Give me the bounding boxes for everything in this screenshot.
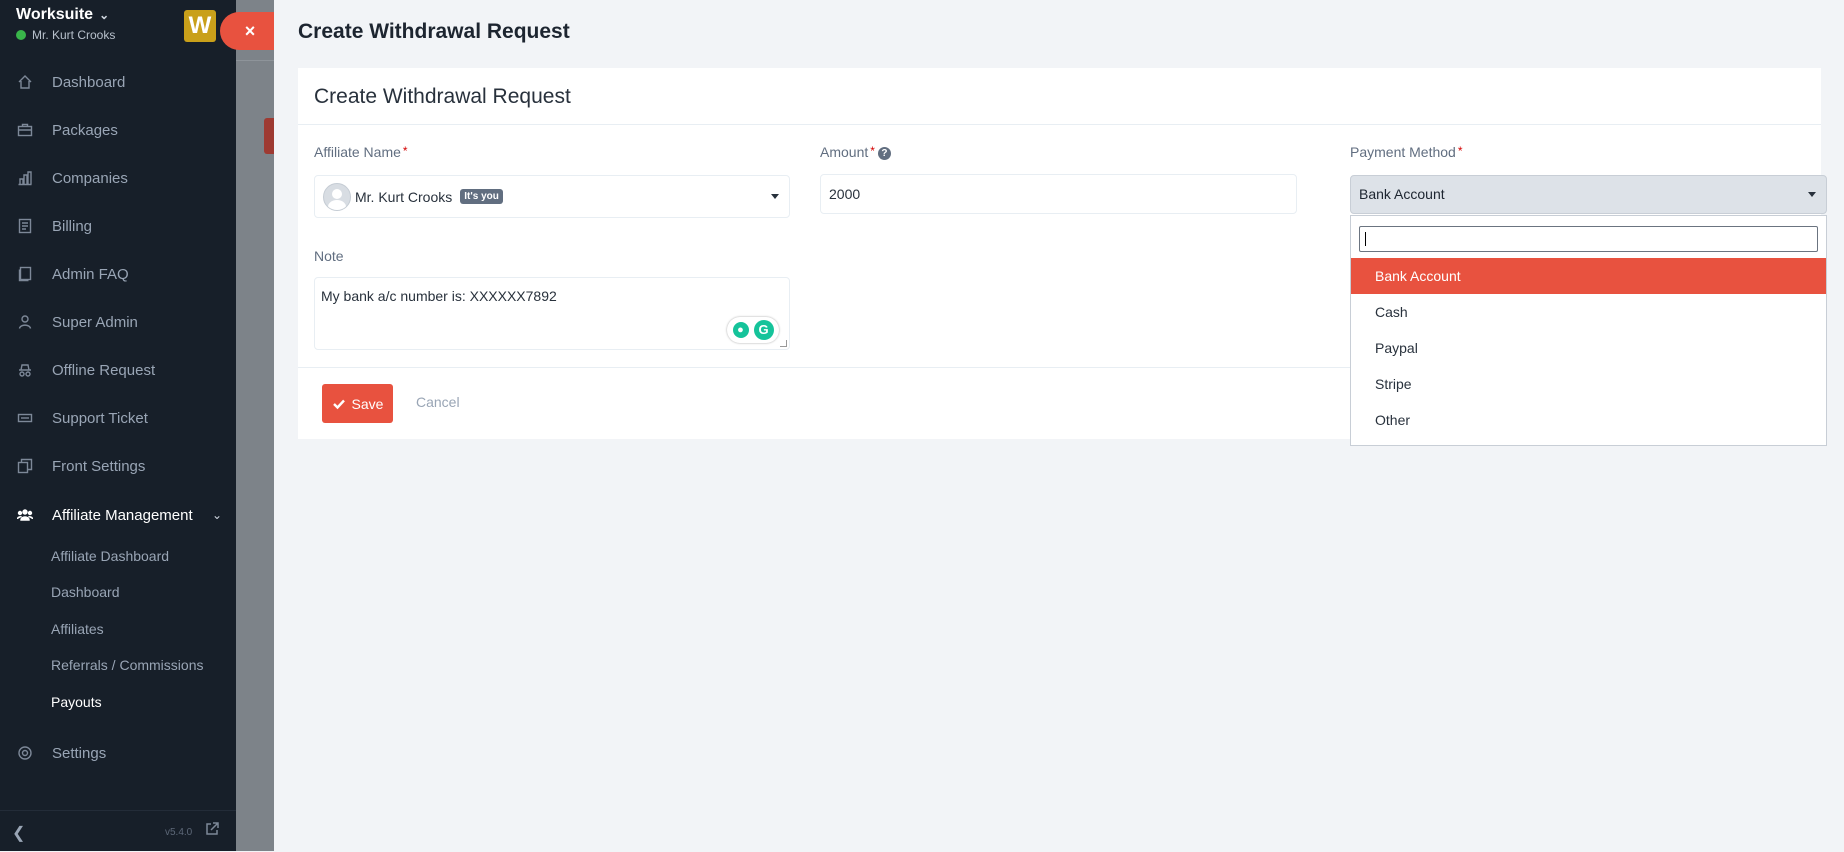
avatar <box>323 182 351 211</box>
sidebar-item-label: Super Admin <box>52 313 138 331</box>
dropdown-search-input[interactable] <box>1359 226 1818 252</box>
sidebar-item-label: Front Settings <box>52 457 146 475</box>
cancel-button[interactable]: Cancel <box>416 394 460 410</box>
sidebar-item-label: Offline Request <box>52 361 156 379</box>
gear-icon <box>16 745 34 761</box>
briefcase-icon <box>16 122 34 138</box>
caret-down-icon <box>1808 192 1816 197</box>
save-button[interactable]: Save <box>322 384 393 423</box>
layers-icon <box>16 458 34 474</box>
page-title: Create Withdrawal Request <box>298 20 570 43</box>
sidebar-item-billing[interactable]: Billing <box>0 206 236 246</box>
grammarly-widget[interactable]: ● G <box>727 317 779 343</box>
sidebar-subitem-referrals-commissions[interactable]: Referrals / Commissions <box>51 657 203 673</box>
collapse-sidebar-icon[interactable]: ❮ <box>12 823 25 843</box>
user-icon <box>16 314 34 330</box>
grammarly-icon[interactable]: G <box>753 320 774 340</box>
sidebar-item-packages[interactable]: Packages <box>0 110 236 150</box>
chevron-down-icon: ⌄ <box>211 508 222 522</box>
sidebar-item-support-ticket[interactable]: Support Ticket <box>0 398 236 438</box>
backdrop-button-edge <box>264 118 274 154</box>
ticket-icon <box>16 410 34 426</box>
sidebar-item-label: Companies <box>52 169 128 187</box>
note-value: My bank a/c number is: XXXXXX7892 <box>321 288 557 304</box>
external-link-icon[interactable] <box>204 821 220 842</box>
its-you-badge: It's you <box>460 189 503 204</box>
sidebar-item-label: Settings <box>52 744 107 762</box>
sidebar-item-affiliate-management[interactable]: Affiliate Management ⌄ <box>0 495 236 535</box>
sidebar-subitem-affiliates[interactable]: Affiliates <box>51 621 104 637</box>
backdrop-overlay[interactable] <box>236 0 274 851</box>
sidebar-subitem-dashboard[interactable]: Dashboard <box>51 584 120 600</box>
sidebar-item-offline-request[interactable]: Offline Request <box>0 350 236 390</box>
sidebar-subitem-affiliate-dashboard[interactable]: Affiliate Dashboard <box>51 548 169 564</box>
incognito-icon <box>16 362 34 378</box>
sidebar-item-label: Admin FAQ <box>52 265 129 283</box>
text-cursor <box>1365 232 1366 246</box>
dropdown-option[interactable]: Other <box>1351 402 1826 438</box>
house-icon <box>16 74 34 90</box>
save-button-label: Save <box>351 395 384 412</box>
sidebar-item-label: Packages <box>52 121 118 139</box>
brand-user-name: Mr. Kurt Crooks <box>32 28 116 42</box>
sidebar: Worksuite ⌄ Mr. Kurt Crooks W Dashboard P… <box>0 0 236 851</box>
payment-method-label-text: Payment Method <box>1350 144 1456 160</box>
dropdown-option[interactable]: Bank Account <box>1351 258 1826 294</box>
sidebar-subitem-payouts[interactable]: Payouts <box>51 694 102 710</box>
check-icon <box>332 399 345 409</box>
version-label: v5.4.0 <box>165 827 193 838</box>
caret-down-icon <box>771 194 779 199</box>
payment-method-label: Payment Method * <box>1350 144 1463 160</box>
sidebar-item-front-settings[interactable]: Front Settings <box>0 446 236 486</box>
sidebar-item-companies[interactable]: Companies <box>0 158 236 198</box>
required-mark: * <box>870 144 875 158</box>
sidebar-item-settings[interactable]: Settings <box>0 733 236 773</box>
required-mark: * <box>1457 144 1463 158</box>
affiliate-name-label-text: Affiliate Name <box>314 144 401 160</box>
payment-method-dropdown: Bank Account Cash Paypal Stripe Other <box>1350 215 1827 446</box>
note-label: Note <box>314 248 344 264</box>
users-icon <box>16 507 34 523</box>
sidebar-item-label: Affiliate Management <box>52 506 193 524</box>
chevron-down-icon[interactable]: ⌄ <box>99 8 109 22</box>
affiliate-name-label: Affiliate Name * <box>314 144 408 160</box>
sidebar-item-admin-faq[interactable]: Admin FAQ <box>0 254 236 294</box>
dropdown-option[interactable]: Paypal <box>1351 330 1826 366</box>
question-circle-icon[interactable]: ? <box>877 146 891 160</box>
brand[interactable]: Worksuite ⌄ Mr. Kurt Crooks <box>16 6 115 42</box>
brand-name: Worksuite <box>16 6 94 23</box>
building-icon <box>16 170 34 186</box>
sidebar-item-label: Dashboard <box>52 73 126 91</box>
required-mark: * <box>402 144 408 158</box>
affiliate-name-select[interactable]: Mr. Kurt Crooks It's you <box>314 175 790 218</box>
withdrawal-panel: Create Withdrawal Request Create Withdra… <box>274 0 1844 851</box>
sidebar-item-super-admin[interactable]: Super Admin <box>0 302 236 342</box>
divider <box>298 124 1821 125</box>
dropdown-option[interactable]: Cash <box>1351 294 1826 330</box>
lightbulb-icon[interactable]: ● <box>732 322 749 338</box>
form-card: Create Withdrawal Request Affiliate Name… <box>298 68 1827 446</box>
backdrop-divider <box>236 60 274 61</box>
sidebar-footer: ❮ v5.4.0 <box>0 810 236 852</box>
payment-method-value: Bank Account <box>1359 186 1445 202</box>
amount-label: Amount *? <box>820 144 891 160</box>
amount-input[interactable]: 2000 <box>820 174 1297 214</box>
document-icon <box>16 266 34 282</box>
divider <box>298 367 1350 368</box>
sidebar-item-dashboard[interactable]: Dashboard <box>0 62 236 102</box>
online-status-icon <box>16 30 26 40</box>
sidebar-item-label: Support Ticket <box>52 409 148 427</box>
brand-logo: W <box>184 10 216 42</box>
sidebar-item-label: Billing <box>52 217 93 235</box>
resize-handle-icon[interactable] <box>780 340 787 347</box>
receipt-icon <box>16 218 34 234</box>
note-textarea[interactable]: My bank a/c number is: XXXXXX7892 ● G <box>314 277 790 350</box>
amount-label-text: Amount <box>820 144 869 160</box>
affiliate-name-value: Mr. Kurt Crooks <box>355 188 453 205</box>
payment-method-select[interactable]: Bank Account <box>1350 175 1827 214</box>
card-title: Create Withdrawal Request <box>314 85 571 108</box>
close-panel-button[interactable]: × <box>220 12 274 50</box>
dropdown-option[interactable]: Stripe <box>1351 366 1826 402</box>
